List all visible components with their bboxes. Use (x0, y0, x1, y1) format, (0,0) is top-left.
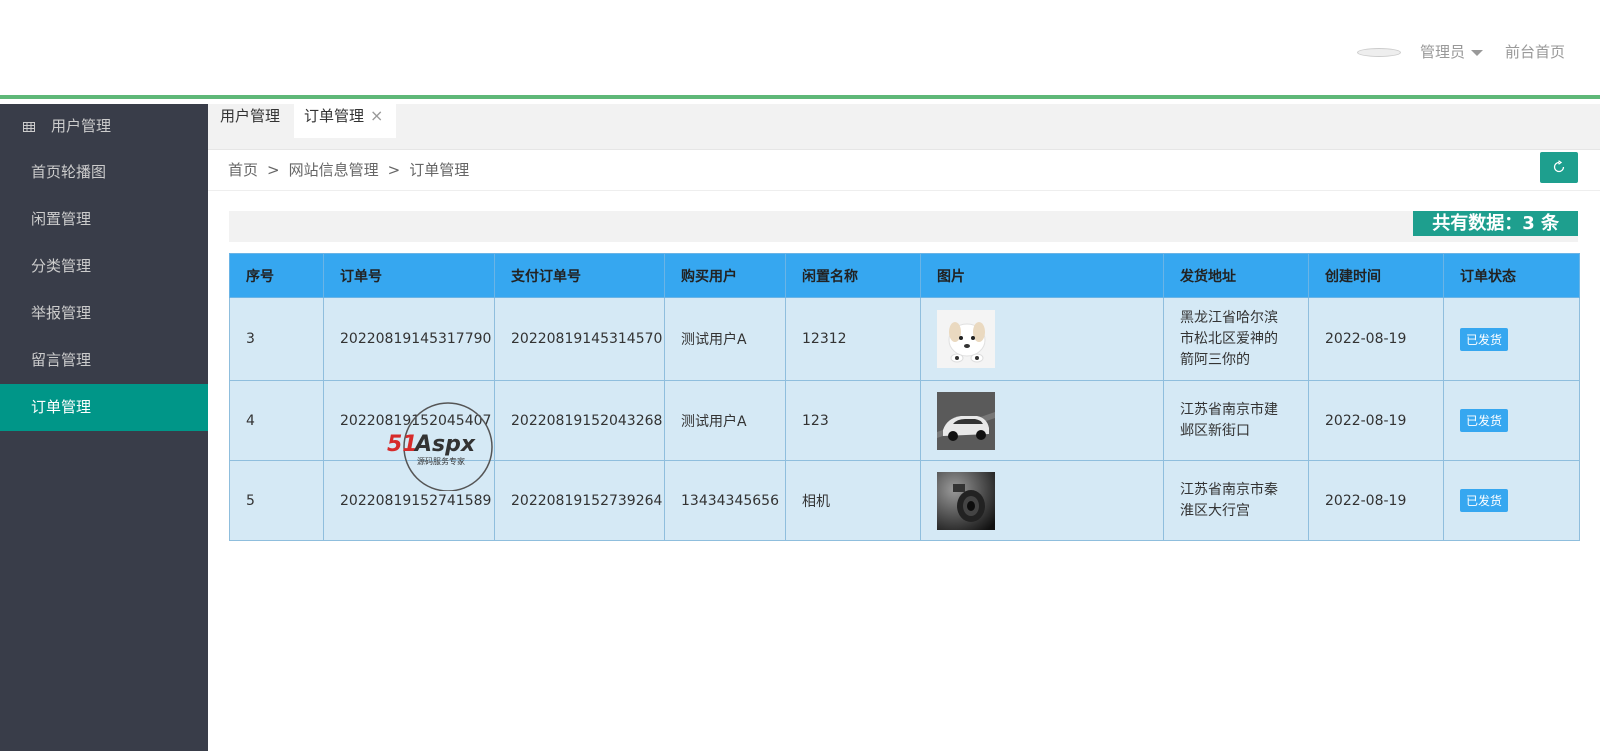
table-header-row: 序号 订单号 支付订单号 购买用户 闲置名称 图片 发货地址 创建时间 订单状态 (229, 253, 1580, 298)
column-header-image: 图片 (920, 253, 1164, 298)
cell-created: 2022-08-19 (1308, 380, 1444, 461)
column-header-buyer: 购买用户 (664, 253, 786, 298)
sidebar-item-report[interactable]: 举报管理 (0, 290, 208, 337)
column-header-pay-no: 支付订单号 (494, 253, 665, 298)
cell-address: 江苏省南京市建邺区新街口 (1163, 380, 1309, 461)
sidebar-item-orders[interactable]: 订单管理 (0, 384, 208, 431)
cell-buyer: 13434345656 (664, 460, 786, 541)
tab-order-management[interactable]: 订单管理 × (294, 104, 396, 138)
cell-image (920, 297, 1164, 381)
orders-table: 序号 订单号 支付订单号 购买用户 闲置名称 图片 发货地址 创建时间 订单状态… (229, 253, 1580, 541)
address-text: 江苏省南京市秦淮区大行宫 (1180, 481, 1278, 519)
sidebar: 用户管理 首页轮播图 闲置管理 分类管理 举报管理 留言管理 订单管理 (0, 104, 208, 751)
cell-id: 3 (229, 297, 324, 381)
cell-address: 黑龙江省哈尔滨市松北区爱神的箭阿三你的 (1163, 297, 1309, 381)
cell-image (920, 380, 1164, 461)
breadcrumb-site-info[interactable]: 网站信息管理 (289, 161, 379, 179)
cell-id: 5 (229, 460, 324, 541)
breadcrumb: 首页 > 网站信息管理 > 订单管理 (228, 155, 469, 185)
cell-image (920, 460, 1164, 541)
column-header-order-no: 订单号 (323, 253, 495, 298)
cell-pay-no: 20220819145314570 (494, 297, 665, 381)
status-badge: 已发货 (1460, 409, 1509, 432)
column-header-item-name: 闲置名称 (785, 253, 921, 298)
cell-item-name: 相机 (785, 460, 921, 541)
cell-created: 2022-08-19 (1308, 297, 1444, 381)
camera-photo[interactable] (937, 471, 995, 530)
column-header-created: 创建时间 (1308, 253, 1444, 298)
cell-buyer: 测试用户A (664, 297, 786, 381)
sidebar-group-user-management[interactable]: 用户管理 (0, 104, 208, 149)
tab-user-management[interactable]: 用户管理 (220, 104, 280, 137)
sidebar-item-category[interactable]: 分类管理 (0, 243, 208, 290)
sidebar-group-label: 用户管理 (51, 117, 112, 135)
sidebar-item-banner[interactable]: 首页轮播图 (0, 149, 208, 196)
cell-address: 江苏省南京市秦淮区大行宫 (1163, 460, 1309, 541)
caret-down-icon (1471, 49, 1484, 56)
table-row: 3 20220819145317790 20220819145314570 测试… (229, 297, 1580, 381)
refresh-button[interactable] (1540, 152, 1578, 183)
admin-user-menu[interactable]: 管理员 (1420, 41, 1484, 62)
status-badge: 已发货 (1460, 327, 1509, 351)
top-header: 管理员 前台首页 (0, 0, 1600, 99)
cell-status: 已发货 (1443, 380, 1580, 461)
status-badge: 已发货 (1460, 489, 1509, 512)
svg-text:Aspx: Aspx (413, 432, 476, 457)
summary-bar: 共有数据：3 条 (229, 211, 1578, 242)
cell-pay-no: 20220819152739264 (494, 460, 665, 541)
sidebar-item-message[interactable]: 留言管理 (0, 337, 208, 384)
admin-user-label: 管理员 (1420, 43, 1466, 61)
avatar[interactable] (1357, 48, 1401, 57)
column-header-status: 订单状态 (1443, 253, 1580, 298)
breadcrumb-home[interactable]: 首页 (228, 161, 258, 179)
sidebar-item-idle[interactable]: 闲置管理 (0, 196, 208, 243)
dog-photo[interactable] (937, 310, 995, 368)
address-text: 江苏省南京市建邺区新街口 (1180, 401, 1278, 439)
record-count-badge: 共有数据：3 条 (1413, 211, 1578, 236)
cell-order-no: 20220819145317790 (323, 297, 495, 381)
cell-pay-no: 20220819152043268 (494, 380, 665, 461)
breadcrumb-separator: > (267, 161, 280, 179)
tab-label: 订单管理 (304, 107, 365, 125)
cell-created: 2022-08-19 (1308, 460, 1444, 541)
svg-text:源码服务专家: 源码服务专家 (417, 456, 465, 466)
watermark-logo: 51 Aspx 源码服务专家 (387, 402, 493, 491)
refresh-icon (1553, 160, 1565, 173)
column-header-id: 序号 (229, 253, 324, 298)
breadcrumb-current: 订单管理 (409, 161, 470, 179)
car-photo[interactable] (937, 391, 995, 450)
cell-status: 已发货 (1443, 297, 1580, 381)
grid-icon (23, 121, 35, 132)
front-page-link[interactable]: 前台首页 (1505, 41, 1565, 62)
address-text: 黑龙江省哈尔滨市松北区爱神的箭阿三你的 (1180, 309, 1278, 368)
breadcrumb-divider (208, 190, 1600, 191)
cell-item-name: 123 (785, 380, 921, 461)
tab-bar: 用户管理 订单管理 × (208, 104, 1600, 150)
column-header-address: 发货地址 (1163, 253, 1309, 298)
cell-id: 4 (229, 380, 324, 461)
cell-status: 已发货 (1443, 460, 1580, 541)
close-icon[interactable]: × (370, 104, 383, 128)
breadcrumb-separator: > (387, 161, 401, 179)
svg-text:51: 51 (387, 432, 418, 457)
cell-item-name: 12312 (785, 297, 921, 381)
cell-buyer: 测试用户A (664, 380, 786, 461)
